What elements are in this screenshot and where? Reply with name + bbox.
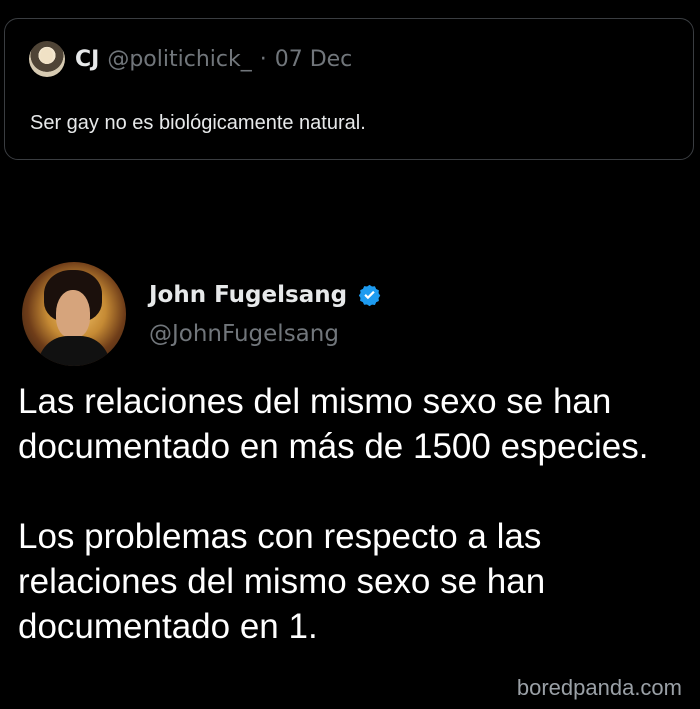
quoted-post-text: Ser gay no es biológicamente natural.	[30, 112, 366, 134]
post-paragraph-2-line-2: relaciones del mismo sexo se han	[18, 562, 546, 601]
quoted-tweet-card[interactable]: CJ @politichick_ · 07 Dec Ser gay no es …	[4, 18, 694, 160]
post-paragraph-1-line-2: documentado en más de 1500 especies.	[18, 427, 649, 466]
date-separator: ·	[259, 46, 267, 72]
avatar-face	[56, 290, 90, 338]
avatar-shoulders	[38, 336, 110, 366]
quoted-avatar-face	[40, 48, 53, 64]
main-author-avatar[interactable]	[22, 262, 126, 366]
quoted-author-name[interactable]: CJ	[75, 47, 99, 72]
quoted-author-handle[interactable]: @politichick_	[107, 47, 251, 72]
author-name-row: John Fugelsang	[149, 277, 382, 313]
quoted-author-avatar[interactable]	[29, 41, 65, 77]
verified-badge-icon	[358, 284, 381, 306]
post-paragraph-2-line-1: Los problemas con respecto a las	[18, 517, 542, 556]
main-author-handle[interactable]: @JohnFugelsang	[149, 321, 382, 347]
main-post-text: Las relaciones del mismo sexo se han doc…	[18, 379, 688, 649]
post-paragraph-1-line-1: Las relaciones del mismo sexo se han	[18, 382, 612, 421]
post-paragraph-2-line-3: documentado en 1.	[18, 607, 318, 646]
quoted-tweet-header: CJ @politichick_ · 07 Dec	[29, 41, 352, 77]
main-author-block: John Fugelsang @JohnFugelsang	[149, 277, 382, 347]
quoted-post-date[interactable]: 07 Dec	[275, 47, 353, 72]
main-author-name[interactable]: John Fugelsang	[149, 282, 347, 308]
boredpanda-watermark: boredpanda.com	[516, 675, 682, 700]
